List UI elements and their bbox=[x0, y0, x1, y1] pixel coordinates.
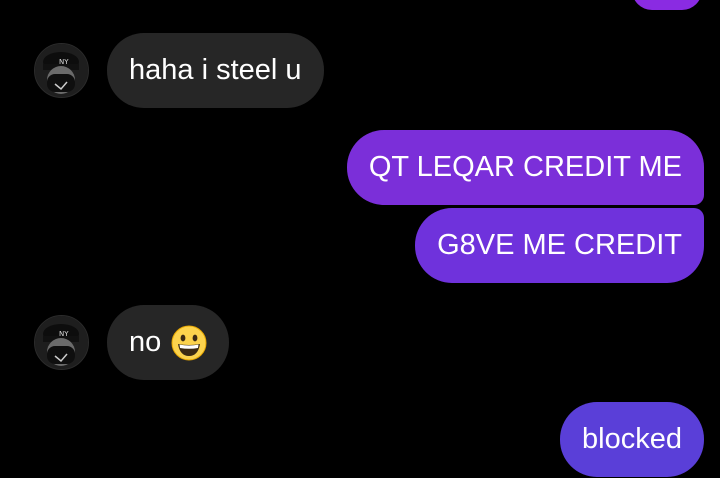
outgoing-message-row: QT LEQAR CREDIT ME bbox=[346, 130, 704, 205]
outgoing-message-bubble[interactable]: QT LEQAR CREDIT ME bbox=[346, 130, 704, 205]
incoming-message-bubble[interactable]: haha i steel u bbox=[107, 33, 324, 108]
message-text: G8VE ME CREDIT bbox=[437, 229, 682, 261]
chat-thread: NY haha i steel u QT LEQAR CREDIT ME G8V… bbox=[0, 0, 720, 478]
grinning-face-icon bbox=[171, 325, 207, 360]
avatar-photo: NY bbox=[35, 44, 88, 97]
outgoing-message-row: G8VE ME CREDIT bbox=[415, 208, 704, 283]
outgoing-message-row: blocked bbox=[560, 402, 704, 477]
svg-text:NY: NY bbox=[59, 58, 69, 66]
outgoing-message-bubble[interactable]: G8VE ME CREDIT bbox=[415, 208, 704, 283]
avatar[interactable]: NY bbox=[34, 43, 89, 98]
avatar[interactable]: NY bbox=[34, 315, 89, 370]
incoming-message-row: NY no bbox=[34, 305, 230, 380]
message-text: haha i steel u bbox=[129, 54, 302, 86]
incoming-message-row: NY haha i steel u bbox=[34, 33, 324, 108]
incoming-message-bubble[interactable]: no bbox=[107, 305, 230, 380]
outgoing-message-bubble-partial[interactable] bbox=[632, 0, 702, 10]
svg-text:NY: NY bbox=[59, 330, 69, 338]
message-text: QT LEQAR CREDIT ME bbox=[368, 151, 682, 183]
outgoing-message-bubble[interactable]: blocked bbox=[560, 402, 704, 477]
message-text: no bbox=[129, 326, 162, 358]
message-text: blocked bbox=[582, 423, 682, 455]
avatar-photo: NY bbox=[35, 316, 88, 369]
